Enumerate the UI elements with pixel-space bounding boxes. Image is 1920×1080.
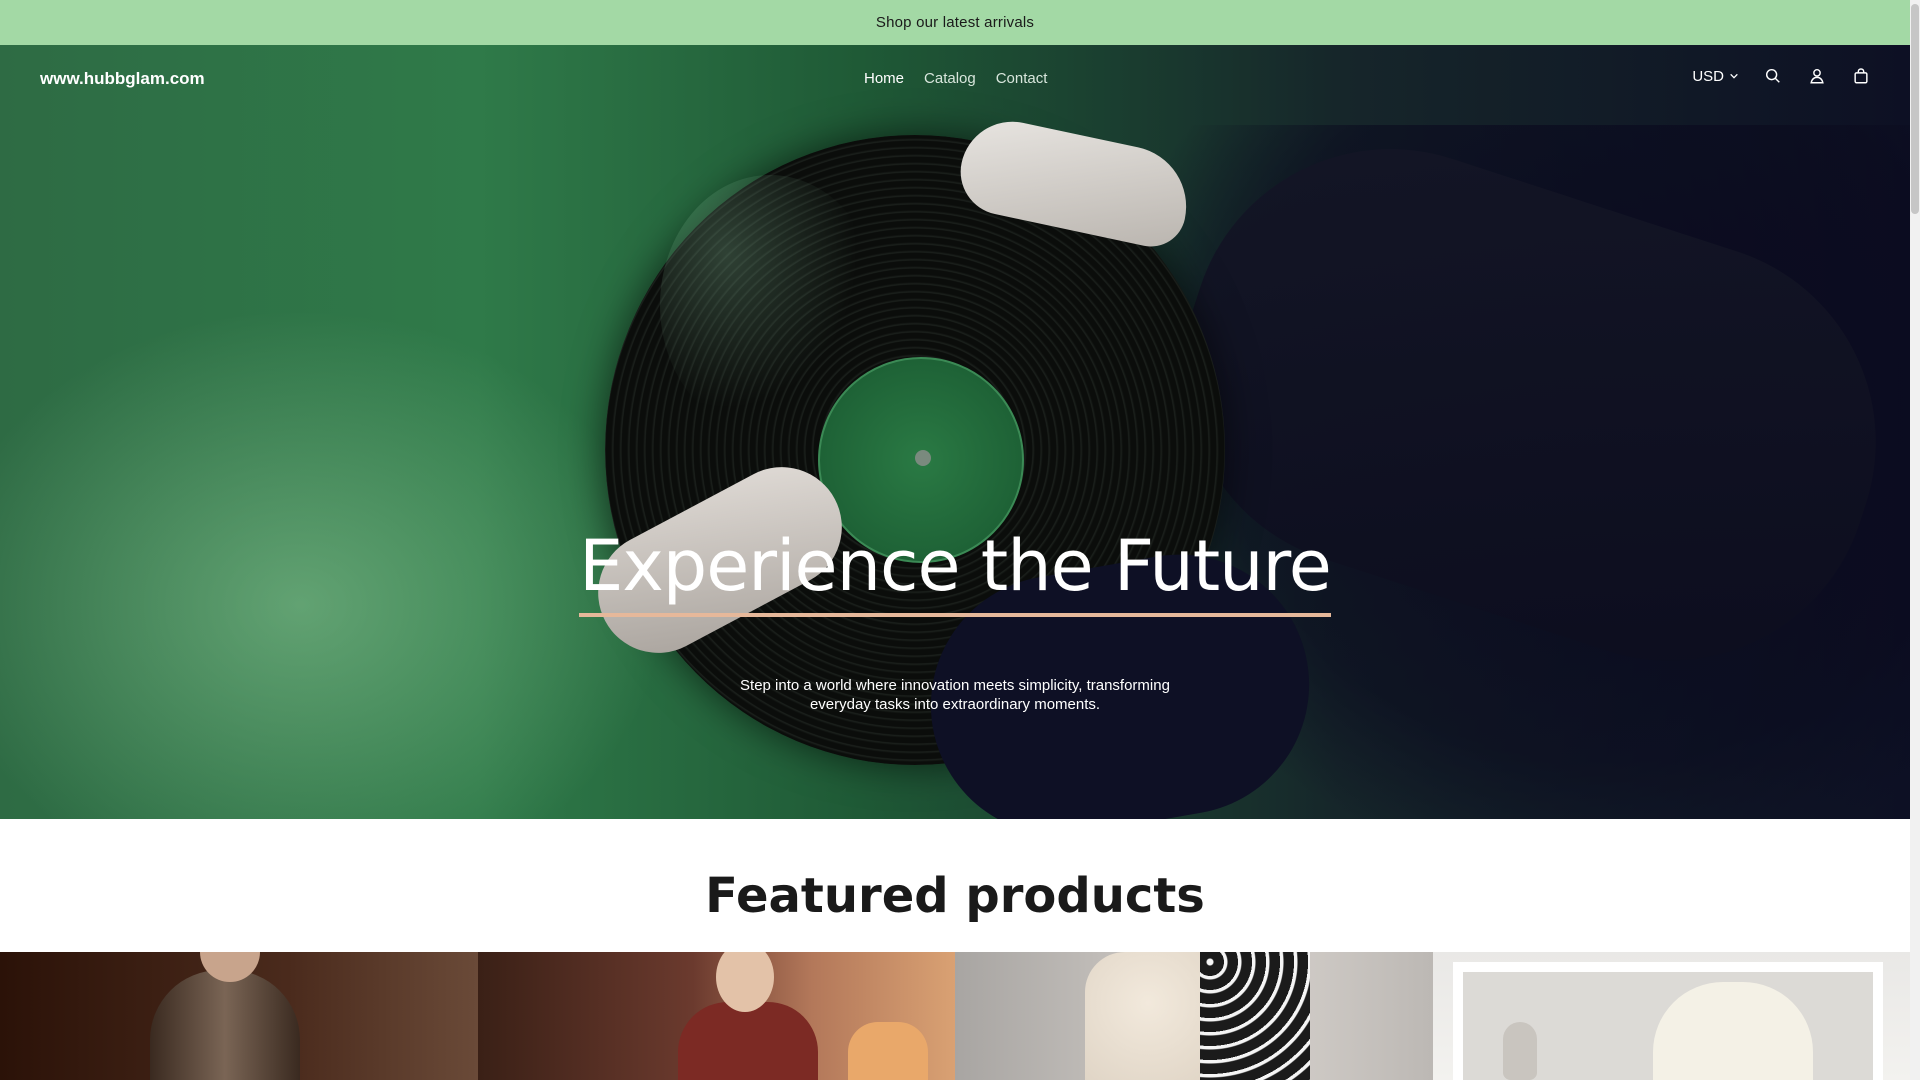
- featured-products-heading: Featured products: [705, 868, 1205, 924]
- hero-subtitle-text: Step into a world where innovation meets…: [740, 677, 1170, 713]
- nav-link-contact[interactable]: Contact: [996, 70, 1048, 87]
- storefront-page: Shop our latest arrivals www.hubbglam.co…: [0, 0, 1910, 1080]
- product-vase: [1502, 1022, 1537, 1080]
- product-card-image[interactable]: [0, 952, 478, 1080]
- main-nav: Home Catalog Contact: [864, 70, 1047, 87]
- header-tools: USD: [1692, 65, 1872, 87]
- hero-subheading: Step into a world where innovation meets…: [0, 676, 1910, 714]
- search-icon[interactable]: [1762, 65, 1784, 87]
- announcement-bar[interactable]: Shop our latest arrivals: [0, 0, 1910, 45]
- product-card-image[interactable]: [477, 952, 955, 1080]
- account-icon[interactable]: [1806, 65, 1828, 87]
- page-scrollbar[interactable]: [1910, 0, 1920, 1080]
- cart-icon[interactable]: [1850, 65, 1872, 87]
- hero-title-text: Experience the Future: [579, 525, 1332, 617]
- site-header: www.hubbglam.com Home Catalog Contact US…: [0, 45, 1910, 115]
- product-card-image[interactable]: [955, 952, 1433, 1080]
- product-model-figure: [677, 1002, 818, 1080]
- nav-link-catalog[interactable]: Catalog: [924, 70, 976, 87]
- hero-heading: Experience the Future: [0, 525, 1910, 617]
- product-model-figure: [150, 970, 300, 1080]
- scrollbar-thumb[interactable]: [1911, 4, 1919, 214]
- nav-link-home[interactable]: Home: [864, 70, 904, 87]
- product-lamp-shade: [847, 1022, 928, 1080]
- featured-products-grid: [0, 952, 1910, 1080]
- currency-selector[interactable]: USD: [1692, 68, 1740, 85]
- announcement-text[interactable]: Shop our latest arrivals: [876, 14, 1034, 31]
- product-card-image[interactable]: [1432, 952, 1910, 1080]
- hero-vinyl-spindle: [915, 450, 931, 466]
- site-logo[interactable]: www.hubbglam.com: [40, 69, 205, 89]
- product-model-dark-side: [1200, 952, 1310, 1080]
- chevron-down-icon: [1728, 70, 1740, 82]
- currency-label: USD: [1692, 67, 1724, 85]
